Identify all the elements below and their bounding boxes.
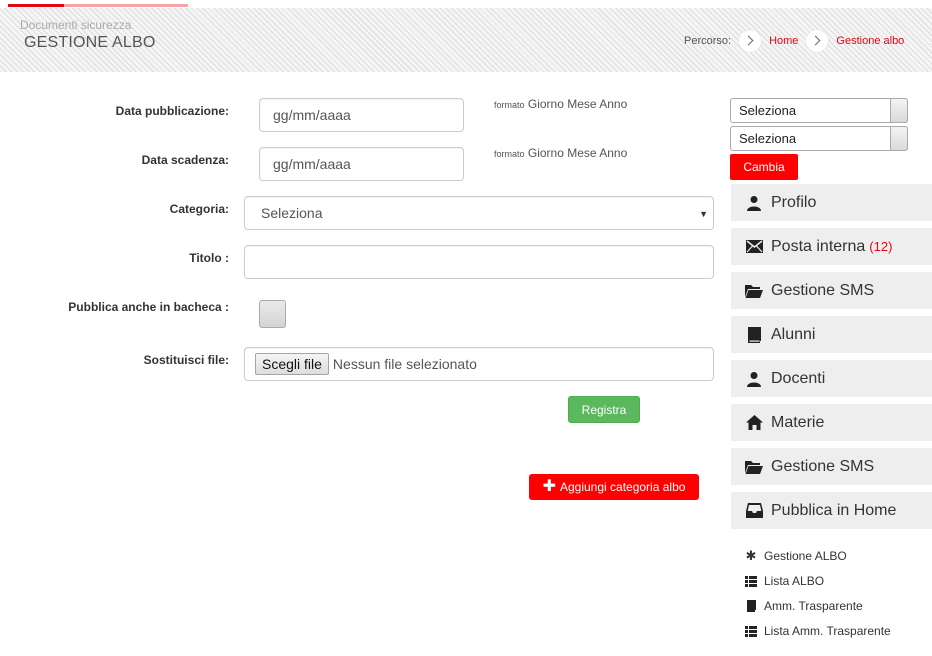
cambia-button[interactable]: Cambia <box>730 154 798 180</box>
sidebar-select-2-value: Seleziona <box>739 131 797 146</box>
list-icon <box>745 575 757 587</box>
page-header: Documenti sicurezza GESTIONE ALBO Percor… <box>0 8 932 72</box>
file-status-text: Nessun file selezionato <box>332 356 477 372</box>
select-knob <box>890 98 908 123</box>
inbox-icon <box>745 502 763 520</box>
envelope-icon <box>745 238 763 256</box>
hint-format-small: formato <box>494 149 525 159</box>
sidebar-select-1[interactable]: Seleziona <box>730 98 908 123</box>
registra-button[interactable]: Registra <box>568 396 640 423</box>
list-icon <box>745 625 757 637</box>
page-title: GESTIONE ALBO <box>24 34 156 51</box>
sidebar-item-label: Pubblica in Home <box>771 501 897 519</box>
user-icon <box>745 194 763 212</box>
data-pubblicazione-input[interactable]: gg/mm/aaaa <box>259 98 464 132</box>
sidebar-item-alunni[interactable]: Alunni <box>731 316 932 353</box>
aggiungi-categoria-label: Aggiungi categoria albo <box>559 480 686 494</box>
sidebar-item-materie[interactable]: Materie <box>731 404 932 441</box>
sidebar-item-gestione-sms[interactable]: Gestione SMS <box>731 272 932 309</box>
sidebar-item-label: Gestione SMS <box>771 281 875 299</box>
pubblica-bacheca-checkbox[interactable] <box>259 300 286 328</box>
titolo-input[interactable] <box>244 245 714 279</box>
sidebar-item-pubblica-in-home[interactable]: Pubblica in Home <box>731 492 932 529</box>
sidebar-item-label: Alunni <box>771 325 816 343</box>
page-subtitle: Documenti sicurezza <box>20 18 132 32</box>
data-pubblicazione-placeholder: gg/mm/aaaa <box>273 107 351 123</box>
scegli-file-button[interactable]: Scegli file <box>255 353 329 375</box>
plus-icon: ✚ <box>542 478 556 495</box>
sidebar-item-label: Gestione SMS <box>771 457 875 475</box>
chevron-right-icon <box>806 30 829 52</box>
top-accent-bar <box>0 0 932 8</box>
book-icon <box>745 600 757 612</box>
categoria-selected-value: Seleziona <box>261 205 323 221</box>
asterisk-icon: ✱ <box>745 548 757 563</box>
user-icon <box>745 370 763 388</box>
sidebar-select-1-value: Seleziona <box>739 103 797 118</box>
folder-open-icon <box>745 458 763 476</box>
breadcrumb: Percorso: Home Gestione albo <box>684 30 904 52</box>
hint-format-small: formato <box>494 100 525 110</box>
aggiungi-categoria-button[interactable]: ✚ Aggiungi categoria albo <box>529 474 699 500</box>
submenu-item-label: Lista ALBO <box>764 574 825 588</box>
submenu-item-lista-amm-trasparente[interactable]: Lista Amm. Trasparente <box>745 624 891 638</box>
sostituisci-file-label: Sostituisci file: <box>143 353 229 367</box>
titolo-label: Titolo : <box>189 251 229 265</box>
data-scadenza-input[interactable]: gg/mm/aaaa <box>259 147 464 181</box>
sostituisci-file-input[interactable]: Scegli file Nessun file selezionato <box>244 347 714 381</box>
breadcrumb-label: Percorso: <box>684 35 732 47</box>
sidebar-item-docenti[interactable]: Docenti <box>731 360 932 397</box>
hint-format-text: Giorno Mese Anno <box>527 97 628 111</box>
data-pubblicazione-label: Data pubblicazione: <box>115 104 229 118</box>
sidebar-select-2[interactable]: Seleziona <box>730 126 908 151</box>
chevron-right-icon <box>739 30 762 52</box>
book-icon <box>745 326 763 344</box>
sidebar-item-posta-interna[interactable]: Posta interna (12) <box>731 228 932 265</box>
accent-bar-dark <box>8 4 64 7</box>
pubblica-bacheca-label: Pubblica anche in bacheca : <box>68 300 229 314</box>
sidebar-item-gestione-sms-2[interactable]: Gestione SMS <box>731 448 932 485</box>
folder-open-icon <box>745 282 763 300</box>
breadcrumb-gestione-albo-link[interactable]: Gestione albo <box>836 35 904 47</box>
data-pubblicazione-hint: formato Giorno Mese Anno <box>494 97 627 111</box>
submenu-item-label: Amm. Trasparente <box>764 599 863 613</box>
caret-down-icon: ▼ <box>699 209 708 219</box>
accent-bar-light <box>64 4 188 7</box>
select-knob <box>890 126 908 151</box>
submenu-item-lista-albo[interactable]: Lista ALBO <box>745 574 824 588</box>
sidebar-item-label: Profilo <box>771 193 817 211</box>
submenu-item-label: Lista Amm. Trasparente <box>764 624 891 638</box>
sidebar-item-label: Materie <box>771 413 825 431</box>
data-scadenza-hint: formato Giorno Mese Anno <box>494 146 627 160</box>
categoria-select[interactable]: Seleziona ▼ <box>244 196 714 230</box>
data-scadenza-placeholder: gg/mm/aaaa <box>273 156 351 172</box>
submenu-item-amm-trasparente[interactable]: Amm. Trasparente <box>745 599 863 613</box>
submenu-item-label: Gestione ALBO <box>764 549 847 563</box>
categoria-label: Categoria: <box>169 202 229 216</box>
sidebar-item-profilo[interactable]: Profilo <box>731 184 932 221</box>
unread-count-badge: (12) <box>869 239 893 254</box>
sidebar-item-label: Docenti <box>771 369 826 387</box>
submenu-item-gestione-albo[interactable]: ✱ Gestione ALBO <box>745 548 847 563</box>
home-icon <box>745 414 763 432</box>
hint-format-text: Giorno Mese Anno <box>527 146 628 160</box>
data-scadenza-label: Data scadenza: <box>141 153 229 167</box>
sidebar-item-label: Posta interna <box>771 237 866 255</box>
breadcrumb-home-link[interactable]: Home <box>769 35 798 47</box>
